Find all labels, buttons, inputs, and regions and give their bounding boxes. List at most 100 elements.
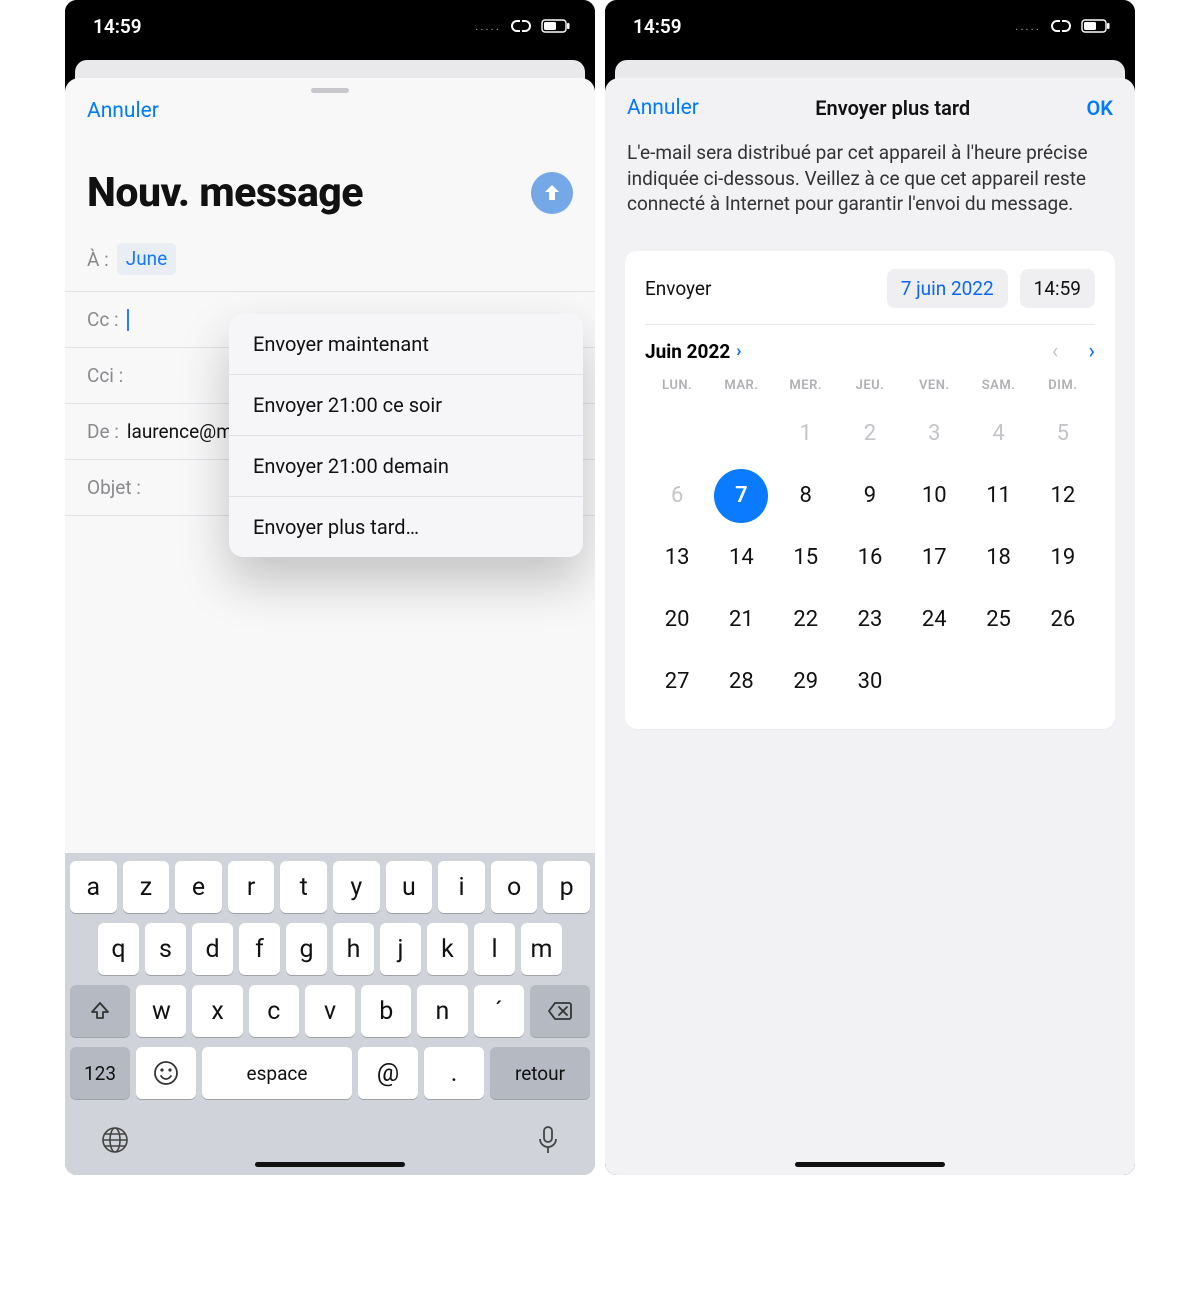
key-l[interactable]: l	[474, 923, 515, 975]
status-time: 14:59	[633, 15, 682, 38]
day-cell[interactable]: 8	[774, 465, 838, 527]
key-p[interactable]: p	[543, 861, 590, 913]
globe-icon[interactable]	[100, 1125, 130, 1159]
day-cell[interactable]: 5	[1031, 403, 1095, 465]
key-j[interactable]: j	[380, 923, 421, 975]
day-cell[interactable]: 14	[709, 527, 773, 589]
signal-dots: .....	[1015, 19, 1041, 33]
key-x[interactable]: x	[192, 985, 242, 1037]
key-´[interactable]: ´	[474, 985, 524, 1037]
day-cell[interactable]: 29	[774, 651, 838, 713]
time-chip[interactable]: 14:59	[1020, 269, 1095, 308]
mic-icon[interactable]	[536, 1125, 560, 1159]
home-indicator[interactable]	[255, 1162, 405, 1167]
key-123[interactable]: 123	[70, 1047, 130, 1099]
day-cell[interactable]: 21	[709, 589, 773, 651]
key-i[interactable]: i	[438, 861, 485, 913]
key-n[interactable]: n	[417, 985, 467, 1037]
key-space[interactable]: espace	[202, 1047, 352, 1099]
day-cell[interactable]: 18	[966, 527, 1030, 589]
key-t[interactable]: t	[280, 861, 327, 913]
day-cell[interactable]: 12	[1031, 465, 1095, 527]
day-cell[interactable]: 27	[645, 651, 709, 713]
send-options-popover: Envoyer maintenant Envoyer 21:00 ce soir…	[229, 314, 583, 557]
ok-button[interactable]: OK	[1087, 96, 1113, 120]
key-m[interactable]: m	[521, 923, 562, 975]
link-icon	[1049, 19, 1073, 33]
to-field[interactable]: À : June	[65, 227, 595, 292]
key-dot[interactable]: .	[424, 1047, 484, 1099]
key-b[interactable]: b	[361, 985, 411, 1037]
key-k[interactable]: k	[427, 923, 468, 975]
key-d[interactable]: d	[192, 923, 233, 975]
key-c[interactable]: c	[249, 985, 299, 1037]
day-cell[interactable]: 30	[838, 651, 902, 713]
weekday: SAM.	[966, 378, 1030, 393]
day-cell[interactable]: 16	[838, 527, 902, 589]
key-return[interactable]: retour	[490, 1047, 590, 1099]
day-cell[interactable]: 2	[838, 403, 902, 465]
day-cell[interactable]: 11	[966, 465, 1030, 527]
sheet-title: Envoyer plus tard	[815, 96, 970, 120]
key-r[interactable]: r	[228, 861, 275, 913]
key-a[interactable]: a	[70, 861, 117, 913]
day-cell[interactable]: 26	[1031, 589, 1095, 651]
date-chip[interactable]: 7 juin 2022	[887, 269, 1008, 308]
day-cell[interactable]: 20	[645, 589, 709, 651]
key-h[interactable]: h	[333, 923, 374, 975]
recipient-pill[interactable]: June	[117, 243, 177, 275]
key-y[interactable]: y	[333, 861, 380, 913]
day-cell	[709, 403, 773, 465]
day-cell[interactable]: 23	[838, 589, 902, 651]
key-o[interactable]: o	[491, 861, 538, 913]
from-label: De :	[87, 420, 119, 443]
battery-icon	[541, 19, 571, 33]
key-e[interactable]: e	[175, 861, 222, 913]
day-cell[interactable]: 19	[1031, 527, 1095, 589]
key-shift[interactable]	[70, 985, 130, 1037]
day-cell[interactable]: 4	[966, 403, 1030, 465]
key-v[interactable]: v	[305, 985, 355, 1037]
emoji-icon	[153, 1060, 179, 1086]
key-backspace[interactable]	[530, 985, 590, 1037]
key-z[interactable]: z	[123, 861, 170, 913]
month-label[interactable]: Juin 2022 ›	[645, 340, 741, 363]
menu-send-later[interactable]: Envoyer plus tard…	[229, 497, 583, 557]
day-cell[interactable]: 22	[774, 589, 838, 651]
send-button[interactable]	[531, 172, 573, 214]
day-cell[interactable]: 9	[838, 465, 902, 527]
key-g[interactable]: g	[286, 923, 327, 975]
prev-month-button[interactable]: ‹	[1052, 339, 1059, 364]
cancel-button[interactable]: Annuler	[87, 99, 159, 123]
day-cell[interactable]: 28	[709, 651, 773, 713]
key-u[interactable]: u	[386, 861, 433, 913]
cc-label: Cc :	[87, 308, 119, 331]
compose-sheet: Annuler Nouv. message À : June Cc : Cc	[65, 78, 595, 1175]
day-cell[interactable]: 24	[902, 589, 966, 651]
day-cell[interactable]: 1	[774, 403, 838, 465]
menu-send-tomorrow[interactable]: Envoyer 21:00 demain	[229, 436, 583, 497]
next-month-button[interactable]: ›	[1088, 339, 1095, 364]
status-time: 14:59	[93, 15, 142, 38]
menu-send-now[interactable]: Envoyer maintenant	[229, 314, 583, 375]
day-cell[interactable]: 13	[645, 527, 709, 589]
day-cell[interactable]: 3	[902, 403, 966, 465]
weekday: JEU.	[838, 378, 902, 393]
day-cell[interactable]: 7	[709, 465, 773, 527]
key-emoji[interactable]	[136, 1047, 196, 1099]
link-icon	[509, 19, 533, 33]
battery-icon	[1081, 19, 1111, 33]
day-cell[interactable]: 15	[774, 527, 838, 589]
day-cell[interactable]: 10	[902, 465, 966, 527]
home-indicator[interactable]	[795, 1162, 945, 1167]
cancel-button[interactable]: Annuler	[627, 96, 699, 120]
menu-send-tonight[interactable]: Envoyer 21:00 ce soir	[229, 375, 583, 436]
key-w[interactable]: w	[136, 985, 186, 1037]
day-cell[interactable]: 25	[966, 589, 1030, 651]
key-at[interactable]: @	[358, 1047, 418, 1099]
key-f[interactable]: f	[239, 923, 280, 975]
key-q[interactable]: q	[98, 923, 139, 975]
day-cell[interactable]: 6	[645, 465, 709, 527]
key-s[interactable]: s	[145, 923, 186, 975]
day-cell[interactable]: 17	[902, 527, 966, 589]
